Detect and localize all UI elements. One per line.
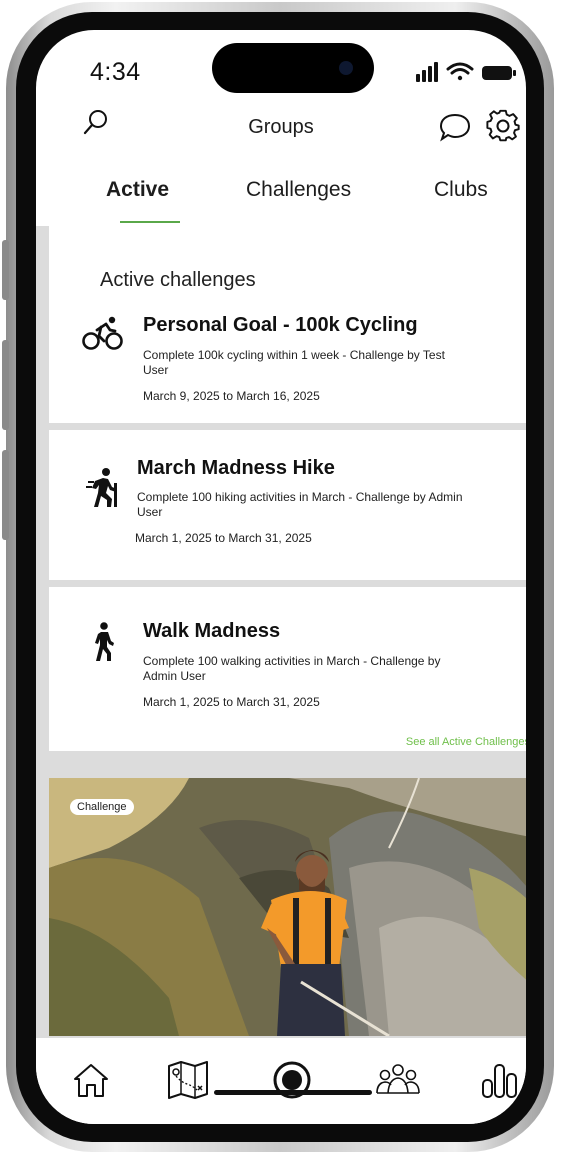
- challenge-description: Complete 100 hiking activities in March …: [137, 490, 463, 519]
- challenge-description: Complete 100 walking activities in March…: [143, 654, 441, 683]
- tab-active-indicator: [120, 221, 180, 223]
- gear-icon[interactable]: [486, 109, 520, 143]
- volume-down-button: [2, 340, 9, 430]
- volume-up-button: [2, 240, 9, 300]
- phone-mockup: 4:34 Groups Active Challenges Clubs Acti…: [0, 0, 561, 1156]
- status-icons: [416, 62, 516, 82]
- challenge-description: Complete 100k cycling within 1 week - Ch…: [143, 348, 445, 377]
- signal-icon: [416, 62, 438, 82]
- battery-icon: [482, 66, 516, 80]
- screen: 4:34 Groups Active Challenges Clubs Acti…: [36, 30, 526, 1124]
- tab-challenges[interactable]: Challenges: [246, 178, 351, 202]
- challenge-title[interactable]: Walk Madness: [143, 620, 280, 643]
- bottom-navigation: [36, 1038, 526, 1124]
- chat-bubble-icon[interactable]: [438, 112, 472, 142]
- silent-switch: [2, 450, 9, 540]
- challenge-title[interactable]: Personal Goal - 100k Cycling: [143, 314, 418, 337]
- cycling-icon: [82, 316, 123, 350]
- stats-icon[interactable]: [480, 1060, 520, 1100]
- challenge-dates: March 9, 2025 to March 16, 2025: [143, 389, 320, 403]
- status-time: 4:34: [90, 58, 141, 86]
- tab-clubs[interactable]: Clubs: [434, 178, 488, 202]
- challenge-title[interactable]: March Madness Hike: [137, 457, 335, 480]
- challenge-dates: March 1, 2025 to March 31, 2025: [135, 531, 312, 545]
- tab-active[interactable]: Active: [106, 178, 169, 202]
- section-title: Active challenges: [100, 269, 256, 291]
- see-all-active-challenges-link[interactable]: See all Active Challenges: [406, 736, 526, 748]
- challenge-badge: Challenge: [70, 799, 134, 815]
- featured-challenge-image[interactable]: [49, 778, 526, 1036]
- walking-icon: [95, 622, 114, 661]
- home-icon[interactable]: [72, 1061, 110, 1099]
- front-camera: [339, 61, 353, 75]
- home-indicator[interactable]: [214, 1090, 372, 1095]
- map-icon[interactable]: [167, 1060, 209, 1100]
- challenge-dates: March 1, 2025 to March 31, 2025: [143, 695, 320, 709]
- status-bar: 4:34: [36, 30, 526, 110]
- hiking-icon: [86, 468, 117, 507]
- groups-icon[interactable]: [375, 1063, 421, 1097]
- wifi-icon: [446, 62, 474, 81]
